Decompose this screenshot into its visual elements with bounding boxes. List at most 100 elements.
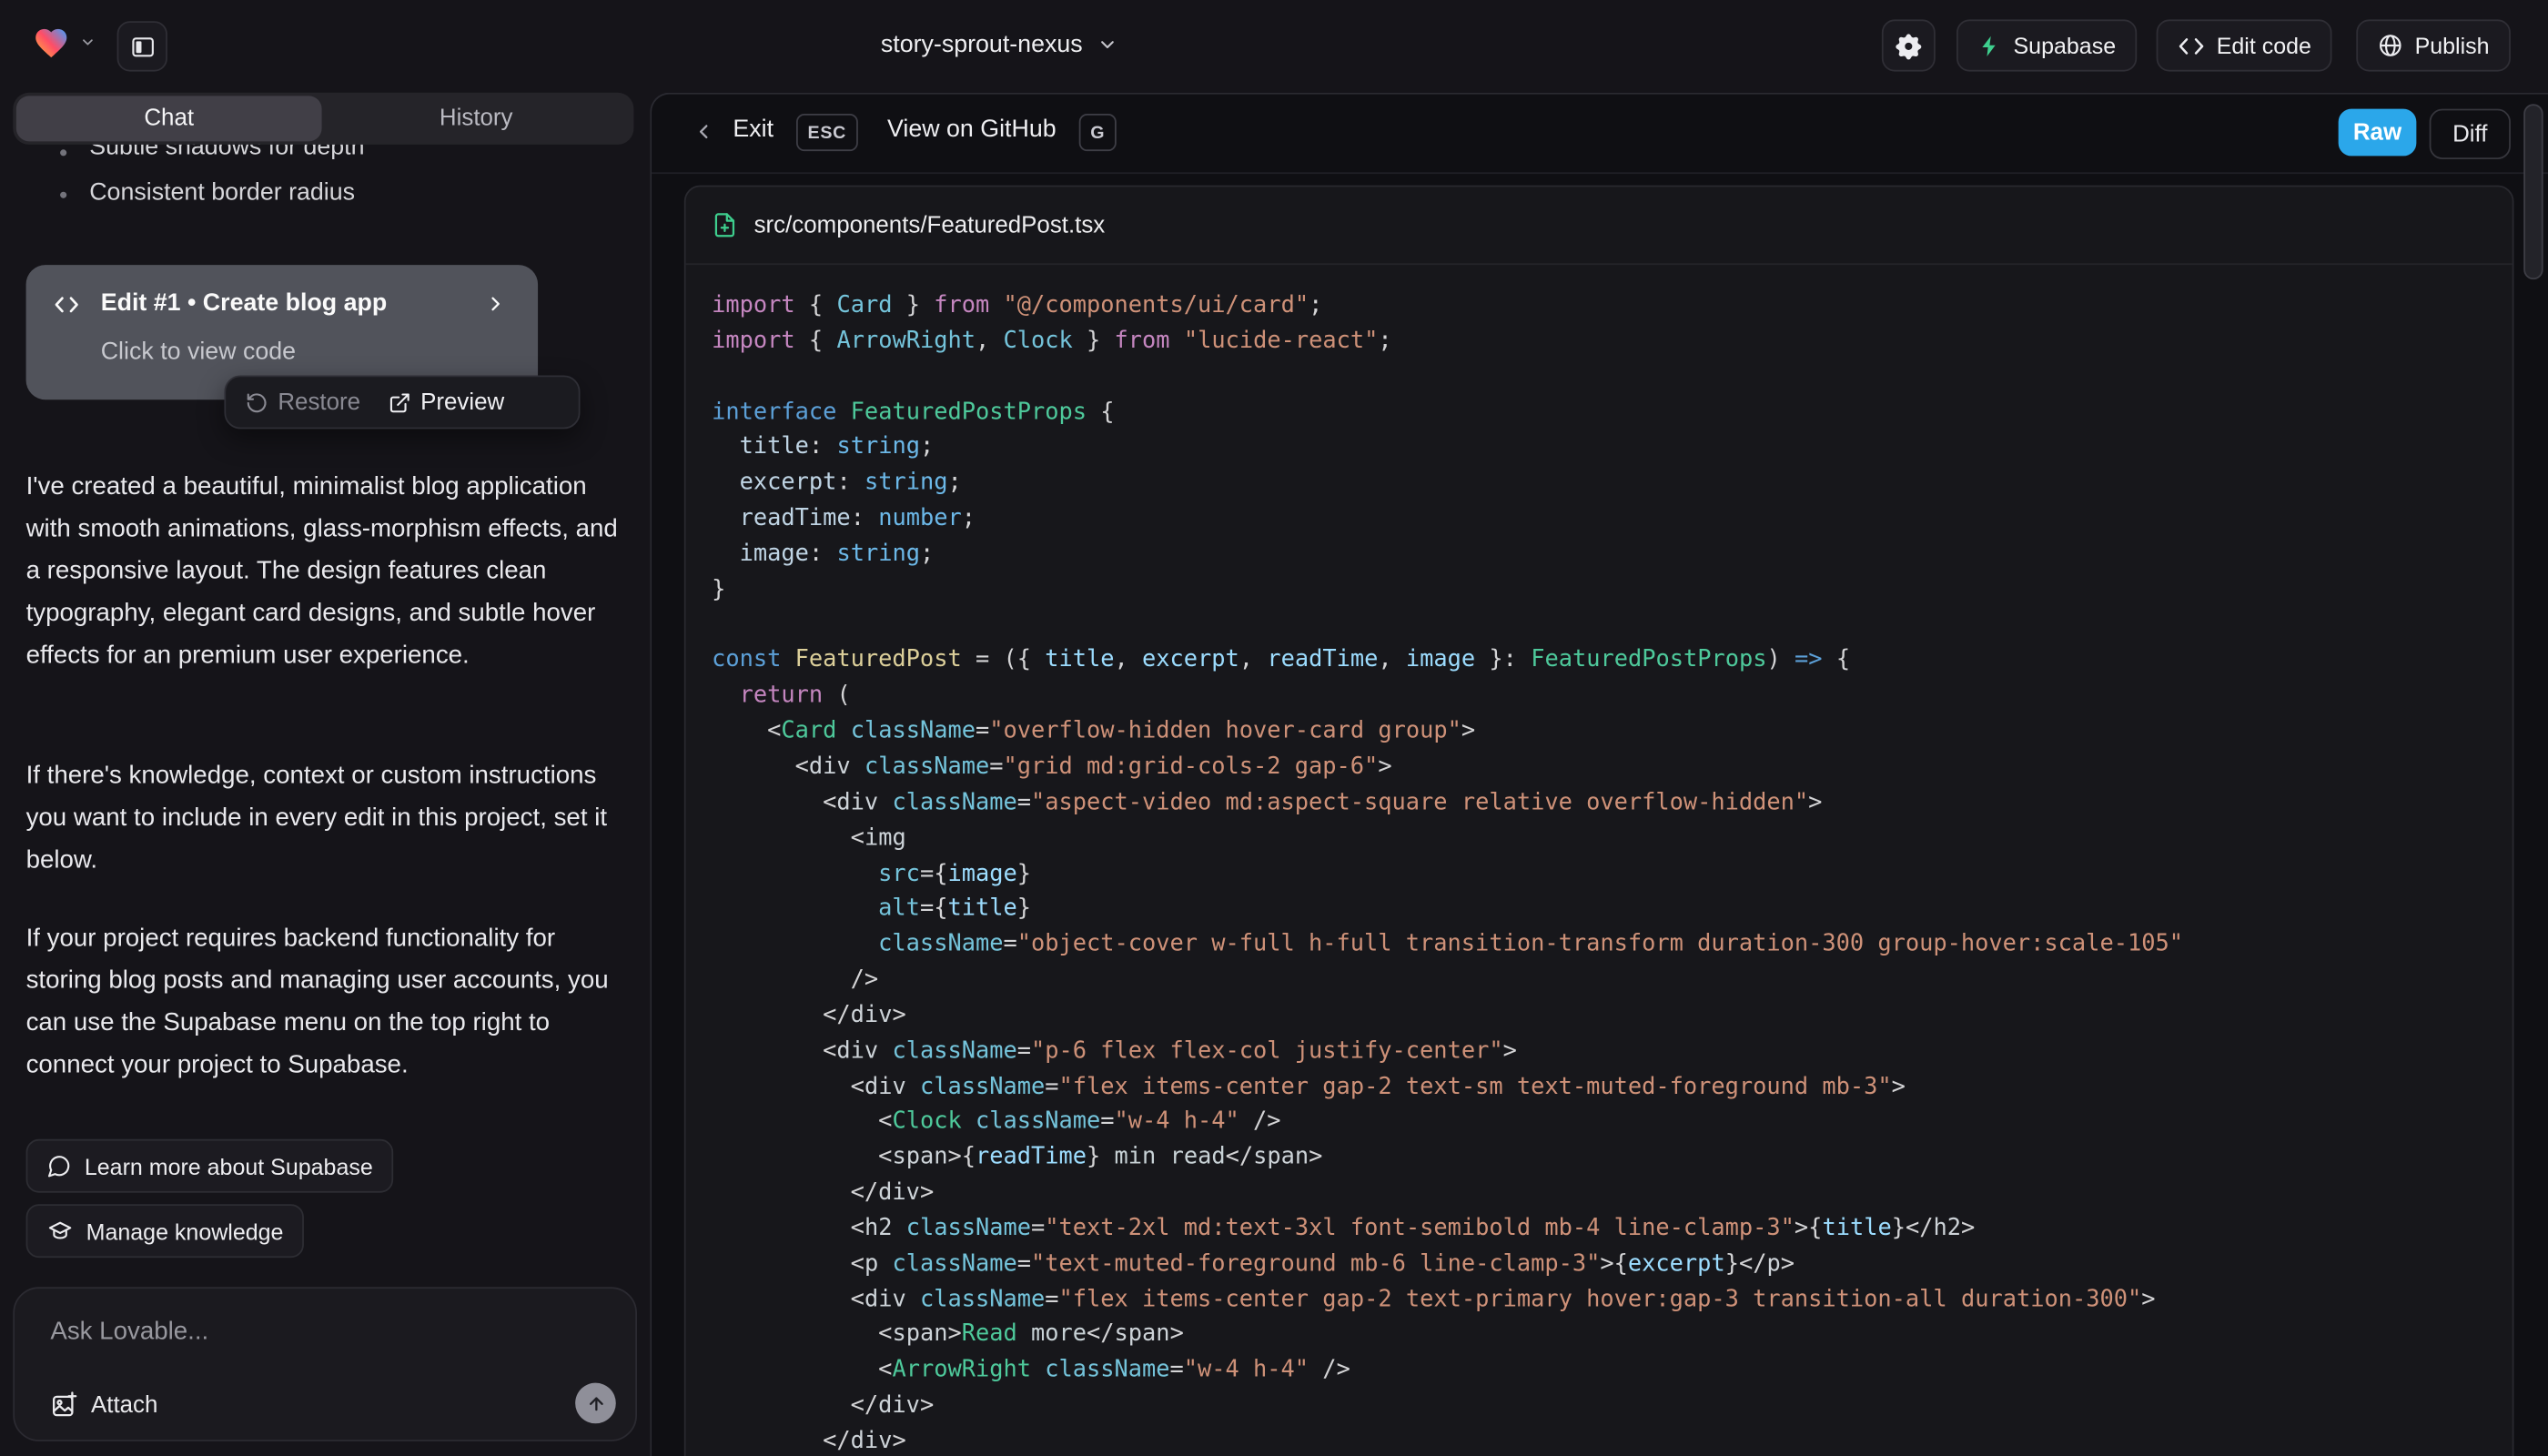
project-switcher[interactable]: story-sprout-nexus (881, 0, 1118, 89)
chevron-down-icon (1097, 35, 1118, 56)
tab-history-label: History (440, 106, 513, 132)
raw-tab-button[interactable]: Raw (2339, 109, 2417, 157)
code-line: </div> (712, 1390, 2486, 1425)
code-line (712, 360, 2486, 396)
code-brackets-icon (54, 294, 80, 315)
gear-icon (1895, 32, 1922, 59)
code-line: import { Card } from "@/components/ui/ca… (712, 289, 2486, 325)
file-path: src/components/FeaturedPost.tsx (754, 212, 1106, 238)
code-line: alt={title} (712, 893, 2486, 928)
composer-placeholder: Ask Lovable... (50, 1318, 208, 1347)
exit-button[interactable]: Exit (733, 116, 774, 143)
message-bubble-icon (47, 1154, 72, 1178)
code-line: </div> (712, 999, 2486, 1035)
attach-button-label: Attach (91, 1391, 157, 1418)
settings-button[interactable] (1882, 19, 1936, 71)
manage-knowledge-button[interactable]: Manage knowledge (26, 1204, 305, 1258)
code-line: </div> (712, 1425, 2486, 1456)
send-button[interactable] (575, 1383, 616, 1424)
code-line (712, 609, 2486, 644)
chevron-right-icon (484, 292, 507, 315)
code-line: interface FeaturedPostProps { (712, 396, 2486, 431)
arrow-up-icon (586, 1393, 605, 1412)
code-line: <h2 className="text-2xl md:text-3xl font… (712, 1212, 2486, 1248)
code-line: return ( (712, 680, 2486, 715)
code-line: <span>Read more</span> (712, 1319, 2486, 1354)
chevron-down-icon (80, 34, 96, 50)
chat-message-paragraph: I've created a beautiful, minimalist blo… (26, 467, 631, 678)
edit-code-button-label: Edit code (2217, 33, 2311, 59)
code-line: const FeaturedPost = ({ title, excerpt, … (712, 644, 2486, 680)
code-line: image: string; (712, 538, 2486, 573)
code-brackets-icon (2178, 35, 2205, 56)
code-content[interactable]: import { Card } from "@/components/ui/ca… (686, 265, 2513, 1456)
code-line: title: string; (712, 431, 2486, 467)
learn-supabase-button[interactable]: Learn more about Supabase (26, 1139, 394, 1193)
raw-tab-label: Raw (2353, 119, 2401, 146)
chat-history-tabbar: Chat History (13, 93, 633, 145)
code-line: import { ArrowRight, Clock } from "lucid… (712, 325, 2486, 360)
chat-composer[interactable]: Ask Lovable... Attach (13, 1287, 637, 1441)
scrollbar-thumb[interactable] (2523, 104, 2543, 279)
chat-message-paragraph: If there's knowledge, context or custom … (26, 755, 631, 882)
code-line: excerpt: string; (712, 467, 2486, 502)
image-plus-icon (50, 1391, 77, 1419)
code-line: <ArrowRight className="w-4 h-4" /> (712, 1354, 2486, 1390)
supabase-button-label: Supabase (2014, 33, 2117, 59)
preview-button-label: Preview (420, 389, 504, 416)
version-hover-toolbar: Restore Preview (224, 376, 580, 430)
restore-button-label: Restore (278, 389, 360, 416)
code-line: <img (712, 822, 2486, 857)
tab-chat-label: Chat (144, 106, 194, 132)
supabase-button[interactable]: Supabase (1956, 19, 2137, 71)
learn-supabase-label: Learn more about Supabase (85, 1153, 373, 1179)
view-on-github-link[interactable]: View on GitHub (887, 116, 1057, 143)
edit-code-button[interactable]: Edit code (2157, 19, 2333, 71)
tab-chat[interactable]: Chat (16, 96, 322, 141)
diff-tab-button[interactable]: Diff (2430, 109, 2511, 159)
code-line: <div className="flex items-center gap-2 … (712, 1070, 2486, 1106)
edit-card-title: Edit #1 • Create blog app (101, 289, 388, 317)
g-key-badge: G (1079, 114, 1117, 151)
esc-key-badge: ESC (796, 114, 858, 151)
code-line: </div> (712, 1177, 2486, 1212)
list-bullet (60, 149, 66, 156)
graduation-cap-icon (47, 1218, 74, 1243)
list-item: Consistent border radius (89, 178, 355, 206)
header-divider (652, 172, 2548, 174)
chat-message-paragraph: If your project requires backend functio… (26, 918, 631, 1087)
attach-button[interactable]: Attach (50, 1391, 157, 1419)
lovable-app-window: story-sprout-nexus Supabase Edit code Pu… (0, 0, 2548, 1456)
file-plus-icon (712, 211, 738, 238)
preview-button[interactable]: Preview (388, 389, 504, 416)
diff-tab-label: Diff (2452, 121, 2487, 147)
code-line: } (712, 573, 2486, 609)
publish-button-label: Publish (2415, 33, 2490, 59)
code-line: className="object-cover w-full h-full tr… (712, 928, 2486, 964)
manage-knowledge-label: Manage knowledge (86, 1218, 284, 1244)
external-link-icon (388, 390, 410, 413)
restore-icon (246, 390, 268, 413)
file-header: src/components/FeaturedPost.tsx (686, 187, 2513, 265)
restore-button[interactable]: Restore (246, 389, 360, 416)
code-line: <span>{readTime} min read</span> (712, 1141, 2486, 1177)
tab-history[interactable]: History (322, 93, 631, 145)
list-bullet (60, 192, 66, 198)
lovable-logo-menu[interactable] (33, 25, 96, 59)
supabase-bolt-icon (1977, 34, 2002, 58)
code-line: <p className="text-muted-foreground mb-6… (712, 1248, 2486, 1283)
code-line: readTime: number; (712, 502, 2486, 538)
sidebar-toggle-button[interactable] (117, 21, 167, 71)
code-line: <div className="aspect-video md:aspect-s… (712, 786, 2486, 822)
lovable-heart-logo-icon (33, 25, 70, 59)
edit-card-subtitle: Click to view code (101, 338, 296, 365)
code-line: /> (712, 964, 2486, 999)
project-name: story-sprout-nexus (881, 31, 1083, 58)
publish-button[interactable]: Publish (2356, 19, 2511, 71)
code-line: <Card className="overflow-hidden hover-c… (712, 715, 2486, 751)
panel-left-icon (129, 34, 156, 60)
code-line: <div className="grid md:grid-cols-2 gap-… (712, 751, 2486, 786)
chevron-left-icon[interactable] (693, 120, 715, 143)
code-line: src={image} (712, 857, 2486, 893)
code-line: <div className="p-6 flex flex-col justif… (712, 1035, 2486, 1070)
